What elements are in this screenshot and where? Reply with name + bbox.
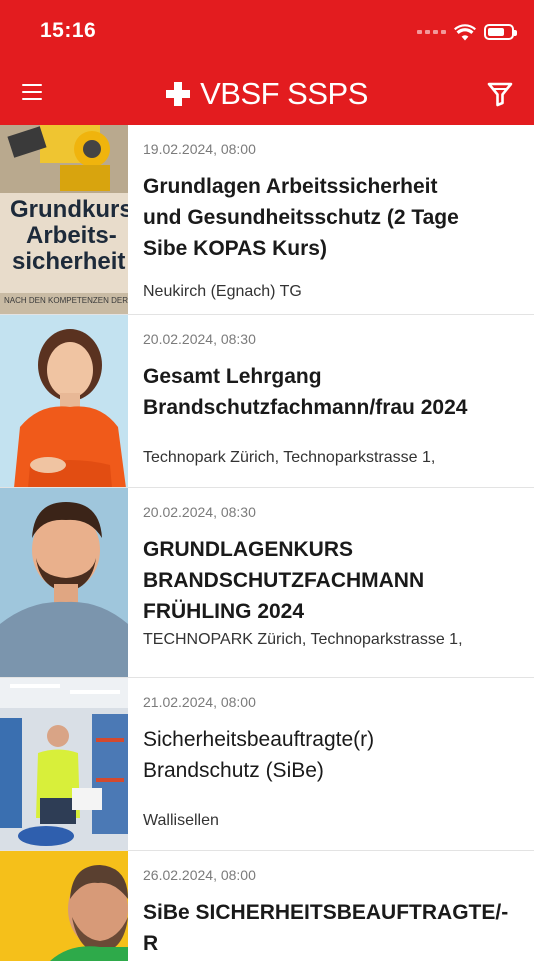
event-title: Grundlagen Arbeitssicherheit und Gesundh… (143, 175, 459, 260)
event-thumbnail (0, 315, 128, 487)
event-thumbnail (0, 488, 128, 677)
status-icons (417, 20, 517, 44)
event-title: Gesamt Lehrgang Brandschutzfachmann/frau… (143, 365, 468, 419)
event-list: Grundkurs Arbeits- sicherheit NACH DEN K… (0, 125, 534, 961)
filter-funnel-icon[interactable] (486, 80, 514, 108)
event-content: 21.02.2024, 08:00 Sicherheitsbeauftragte… (128, 678, 534, 850)
event-list-item[interactable]: 20.02.2024, 08:30 GRUNDLAGENKURS BRANDSC… (0, 488, 534, 678)
thumb-text-line: sicherheit (12, 248, 126, 275)
event-list-item[interactable]: 20.02.2024, 08:30 Gesamt Lehrgang Brands… (0, 315, 534, 488)
app-header: 15:16 VBSF SSPS (0, 0, 534, 125)
event-title: GRUNDLAGENKURS BRANDSCHUTZFACHMANN FRÜHL… (143, 538, 425, 623)
event-list-item[interactable]: Grundkurs Arbeits- sicherheit NACH DEN K… (0, 125, 534, 315)
event-thumbnail (0, 851, 128, 961)
event-location: TECHNOPARK Zürich, Technoparkstrasse 1, (143, 631, 463, 648)
status-bar: 15:16 (0, 0, 534, 62)
event-date: 21.02.2024, 08:00 (143, 694, 256, 710)
app-logo: VBSF SSPS (0, 76, 534, 112)
event-content: 20.02.2024, 08:30 GRUNDLAGENKURS BRANDSC… (128, 488, 534, 677)
event-list-item[interactable]: 26.02.2024, 08:00 SiBe SICHERHEITSBEAUFT… (0, 851, 534, 961)
event-content: 19.02.2024, 08:00 Grundlagen Arbeitssich… (128, 125, 534, 314)
event-title: Sicherheitsbeauftragte(r) Brandschutz (S… (143, 728, 375, 782)
status-time: 15:16 (40, 19, 97, 42)
wifi-icon (454, 23, 476, 40)
woman-portrait-photo (0, 315, 128, 487)
event-thumbnail: Grundkurs Arbeits- sicherheit NACH DEN K… (0, 125, 128, 314)
event-location: Neukirch (Egnach) TG (143, 283, 302, 300)
man-portrait-photo (0, 488, 128, 677)
cellular-signal-icon (417, 30, 446, 34)
event-date: 19.02.2024, 08:00 (143, 141, 256, 157)
battery-icon (484, 24, 517, 40)
event-date: 20.02.2024, 08:30 (143, 331, 256, 347)
event-list-item[interactable]: 21.02.2024, 08:00 Sicherheitsbeauftragte… (0, 678, 534, 851)
bearded-man-photo (0, 851, 128, 961)
event-content: 26.02.2024, 08:00 SiBe SICHERHEITSBEAUFT… (128, 851, 534, 961)
thumb-text-line: Grundkurs (10, 196, 128, 223)
event-thumbnail (0, 678, 128, 850)
warehouse-worker-photo (0, 678, 128, 850)
event-date: 26.02.2024, 08:00 (143, 867, 256, 883)
event-content: 20.02.2024, 08:30 Gesamt Lehrgang Brands… (128, 315, 534, 487)
thumb-text-line: Arbeits- (26, 222, 117, 249)
event-location: Wallisellen (143, 812, 219, 829)
logo-text: VBSF SSPS (200, 76, 368, 111)
swiss-cross-icon (166, 82, 191, 106)
nav-bar: VBSF SSPS (0, 62, 534, 125)
event-date: 20.02.2024, 08:30 (143, 504, 256, 520)
event-location: Technopark Zürich, Technoparkstrasse 1, (143, 449, 436, 466)
thumb-caption: NACH DEN KOMPETENZEN DER (4, 296, 128, 305)
